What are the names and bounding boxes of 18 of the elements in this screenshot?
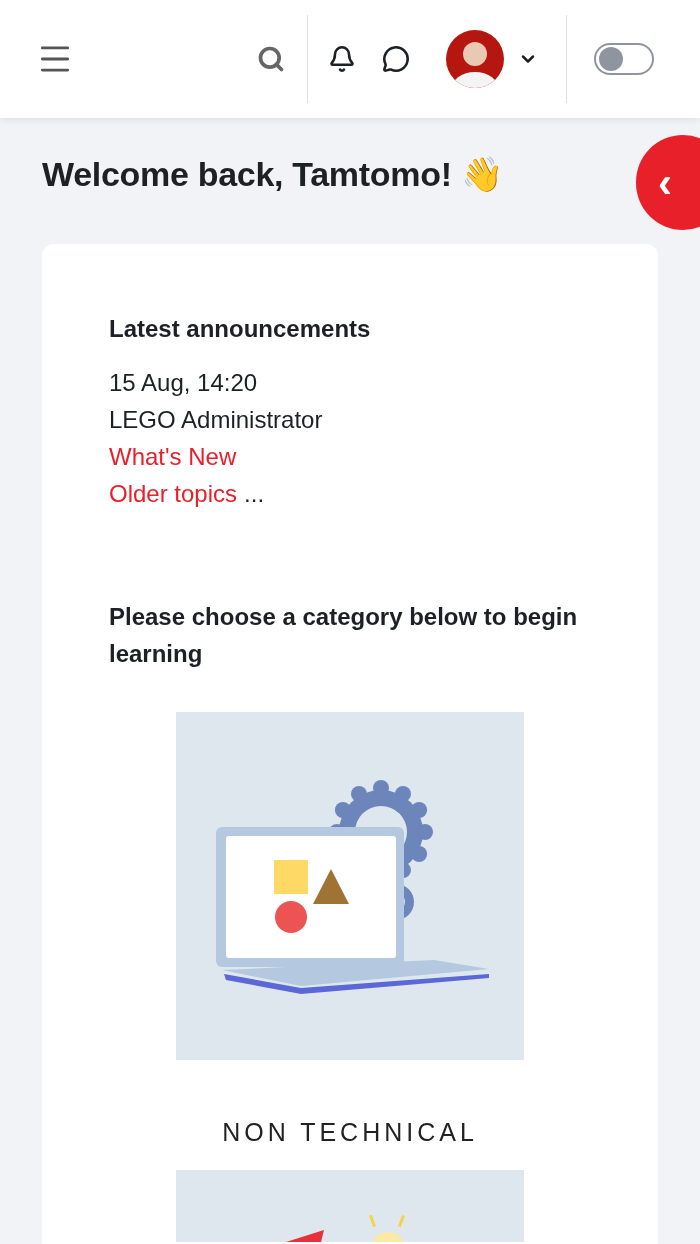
- dark-mode-switch[interactable]: [594, 43, 654, 75]
- category-prompt: Please choose a category below to begin learning: [109, 602, 579, 669]
- bell-icon: [328, 45, 356, 73]
- section-heading: Latest announcements: [109, 314, 372, 344]
- announcement-author: LEGO Administrator: [109, 405, 324, 435]
- category-caption: NON TECHNICAL: [222, 1117, 478, 1148]
- older-topics-link[interactable]: Older topics: [109, 475, 238, 512]
- messages-button[interactable]: [382, 45, 410, 73]
- notifications-button[interactable]: [328, 45, 356, 73]
- ellipsis-text: ...: [244, 479, 265, 509]
- announcement-link[interactable]: What's New: [109, 443, 237, 470]
- announcement-date: 15 Aug, 14:20: [109, 368, 259, 398]
- search-button[interactable]: [257, 45, 285, 73]
- drawer-toggle-button[interactable]: ‹: [636, 135, 700, 230]
- avatar: [446, 30, 504, 88]
- speech-bubble-icon: [382, 45, 410, 73]
- welcome-heading: Welcome back, Tamtomo! 👋: [42, 154, 503, 194]
- search-icon: [257, 45, 285, 73]
